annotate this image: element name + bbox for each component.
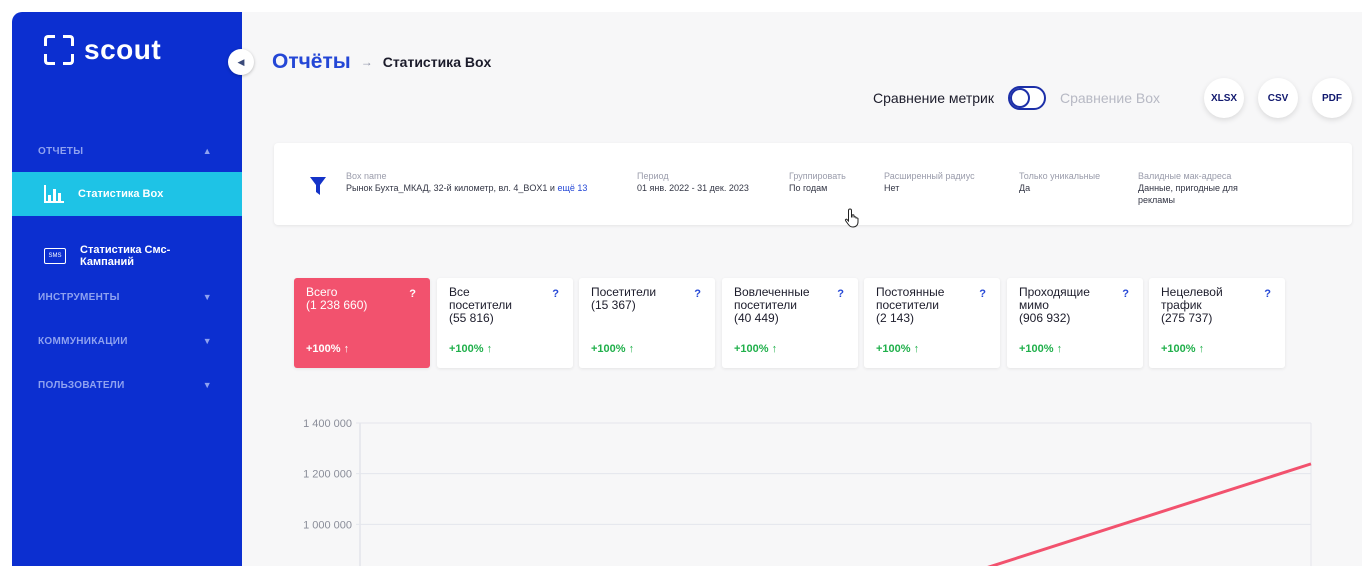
- nav-section-label: ПОЛЬЗОВАТЕЛИ: [38, 379, 125, 391]
- metric-change: +100% ↑: [449, 343, 493, 355]
- help-icon[interactable]: ?: [552, 288, 559, 301]
- filter-panel[interactable]: Box name Рынок Бухта_МКАД, 32-й километр…: [274, 143, 1352, 225]
- metric-change: +100% ↑: [1161, 343, 1205, 355]
- metric-title: Посетители (15 367): [591, 285, 657, 312]
- metric-title: Вовлеченные посетители (40 449): [734, 285, 810, 325]
- logo[interactable]: scout: [44, 34, 161, 66]
- toggle-knob: [1010, 88, 1030, 108]
- sidebar: scout ОТЧЕТЫ ▲ Статистика Box SMS Статис…: [12, 12, 242, 566]
- sidebar-item-label: Статистика Смс- Кампаний: [80, 244, 171, 268]
- help-icon[interactable]: ?: [409, 288, 416, 301]
- logo-text: scout: [84, 34, 162, 65]
- filter-label: Только уникальные: [1019, 171, 1101, 181]
- filter-radius[interactable]: Расширенный радиус Нет: [884, 170, 1004, 194]
- metric-change: +100% ↑: [876, 343, 920, 355]
- sidebar-item-box-stats[interactable]: Статистика Box: [12, 172, 242, 216]
- arrow-right-icon: →: [360, 55, 373, 69]
- metric-card-visitors[interactable]: Посетители (15 367) ? +100% ↑: [579, 278, 715, 368]
- metric-change: +100% ↑: [734, 343, 778, 355]
- export-xlsx-button[interactable]: XLSX: [1204, 78, 1244, 118]
- chevron-down-icon: ▼: [202, 380, 212, 390]
- nav-section-tools[interactable]: ИНСТРУМЕНТЫ ▼: [12, 283, 242, 311]
- filter-value: Да: [1019, 183, 1031, 193]
- filter-valid-mac[interactable]: Валидные мак-адреса Данные, пригодные дл…: [1138, 170, 1268, 206]
- nav-section-users[interactable]: ПОЛЬЗОВАТЕЛИ ▼: [12, 371, 242, 399]
- bar-chart-icon: [44, 185, 64, 203]
- help-icon[interactable]: ?: [694, 288, 701, 301]
- filter-value: Данные, пригодные для рекламы: [1138, 183, 1238, 205]
- filter-period[interactable]: Период 01 янв. 2022 - 31 дек. 2023: [637, 170, 767, 194]
- nav-section-reports[interactable]: ОТЧЕТЫ ▲: [12, 137, 242, 165]
- filter-label: Box name: [346, 171, 387, 181]
- y-tick-label: 1 200 000: [303, 469, 352, 481]
- filter-box-name[interactable]: Box name Рынок Бухта_МКАД, 32-й километр…: [346, 170, 626, 194]
- metric-card-all-visitors[interactable]: Все посетители (55 816) ? +100% ↑: [437, 278, 573, 368]
- nav-section-communications[interactable]: КОММУНИКАЦИИ ▼: [12, 327, 242, 355]
- help-icon[interactable]: ?: [1264, 288, 1271, 301]
- metric-title: Нецелевой трафик (275 737): [1161, 285, 1223, 325]
- breadcrumb-reports-link[interactable]: Отчёты: [272, 50, 351, 74]
- nav-section-label: КОММУНИКАЦИИ: [38, 335, 128, 347]
- compare-mode-toggle[interactable]: [1008, 86, 1046, 110]
- help-icon[interactable]: ?: [979, 288, 986, 301]
- metric-change: +100% ↑: [306, 343, 350, 355]
- app-window: scout ОТЧЕТЫ ▲ Статистика Box SMS Статис…: [12, 12, 1362, 566]
- line-chart: 1 400 0001 200 0001 000 000800 000: [303, 418, 1312, 566]
- sidebar-item-sms-stats[interactable]: SMS Статистика Смс- Кампаний: [12, 234, 242, 278]
- metric-title: Все посетители (55 816): [449, 285, 512, 325]
- nav-section-label: ИНСТРУМЕНТЫ: [38, 291, 120, 303]
- hand-cursor-icon: [844, 208, 859, 228]
- chevron-left-icon: ◀: [237, 56, 245, 67]
- export-csv-button[interactable]: CSV: [1258, 78, 1298, 118]
- scout-logo-icon: [44, 35, 74, 65]
- series-line: [987, 462, 1312, 566]
- filter-value: Нет: [884, 183, 900, 193]
- compare-box-label[interactable]: Сравнение Box: [1060, 90, 1160, 106]
- sms-icon: SMS: [44, 248, 66, 264]
- metric-title: Всего (1 238 660): [306, 285, 368, 312]
- filter-group[interactable]: Группировать По годам: [789, 170, 879, 194]
- help-icon[interactable]: ?: [1122, 288, 1129, 301]
- nav-section-label: ОТЧЕТЫ: [38, 145, 84, 157]
- filter-value: Рынок Бухта_МКАД, 32-й километр, вл. 4_B…: [346, 183, 555, 193]
- toolbar: Сравнение метрик Сравнение Box XLSX CSV …: [873, 78, 1352, 118]
- metric-card-total[interactable]: Всего (1 238 660) ? +100% ↑: [294, 278, 430, 368]
- metric-change: +100% ↑: [1019, 343, 1063, 355]
- sidebar-collapse-button[interactable]: ◀: [228, 49, 254, 75]
- export-pdf-button[interactable]: PDF: [1312, 78, 1352, 118]
- y-tick-label: 1 400 000: [303, 418, 352, 430]
- page-title: Статистика Box: [382, 54, 492, 70]
- show-more-link[interactable]: ещё 13: [557, 183, 587, 193]
- filter-label: Период: [637, 171, 669, 181]
- y-tick-label: 1 000 000: [303, 519, 352, 531]
- filter-value: По годам: [789, 183, 828, 193]
- metric-change: +100% ↑: [591, 343, 635, 355]
- metric-card-non-target[interactable]: Нецелевой трафик (275 737) ? +100% ↑: [1149, 278, 1285, 368]
- filter-unique[interactable]: Только уникальные Да: [1019, 170, 1129, 194]
- chevron-down-icon: ▼: [202, 292, 212, 302]
- help-icon[interactable]: ?: [837, 288, 844, 301]
- metric-card-regular[interactable]: Постоянные посетители (2 143) ? +100% ↑: [864, 278, 1000, 368]
- sidebar-item-label: Статистика Box: [78, 188, 164, 200]
- chevron-down-icon: ▼: [202, 336, 212, 346]
- metric-title: Постоянные посетители (2 143): [876, 285, 945, 325]
- filter-label: Валидные мак-адреса: [1138, 171, 1232, 181]
- metric-card-passers-by[interactable]: Проходящие мимо (906 932) ? +100% ↑: [1007, 278, 1143, 368]
- filter-icon[interactable]: [310, 177, 326, 195]
- chevron-up-icon: ▲: [202, 146, 212, 156]
- metric-card-engaged[interactable]: Вовлеченные посетители (40 449) ? +100% …: [722, 278, 858, 368]
- filter-label: Группировать: [789, 171, 846, 181]
- metric-title: Проходящие мимо (906 932): [1019, 285, 1090, 325]
- compare-metrics-label[interactable]: Сравнение метрик: [873, 90, 994, 106]
- breadcrumb: Отчёты → Статистика Box: [272, 50, 491, 74]
- filter-label: Расширенный радиус: [884, 171, 975, 181]
- filter-value: 01 янв. 2022 - 31 дек. 2023: [637, 183, 749, 193]
